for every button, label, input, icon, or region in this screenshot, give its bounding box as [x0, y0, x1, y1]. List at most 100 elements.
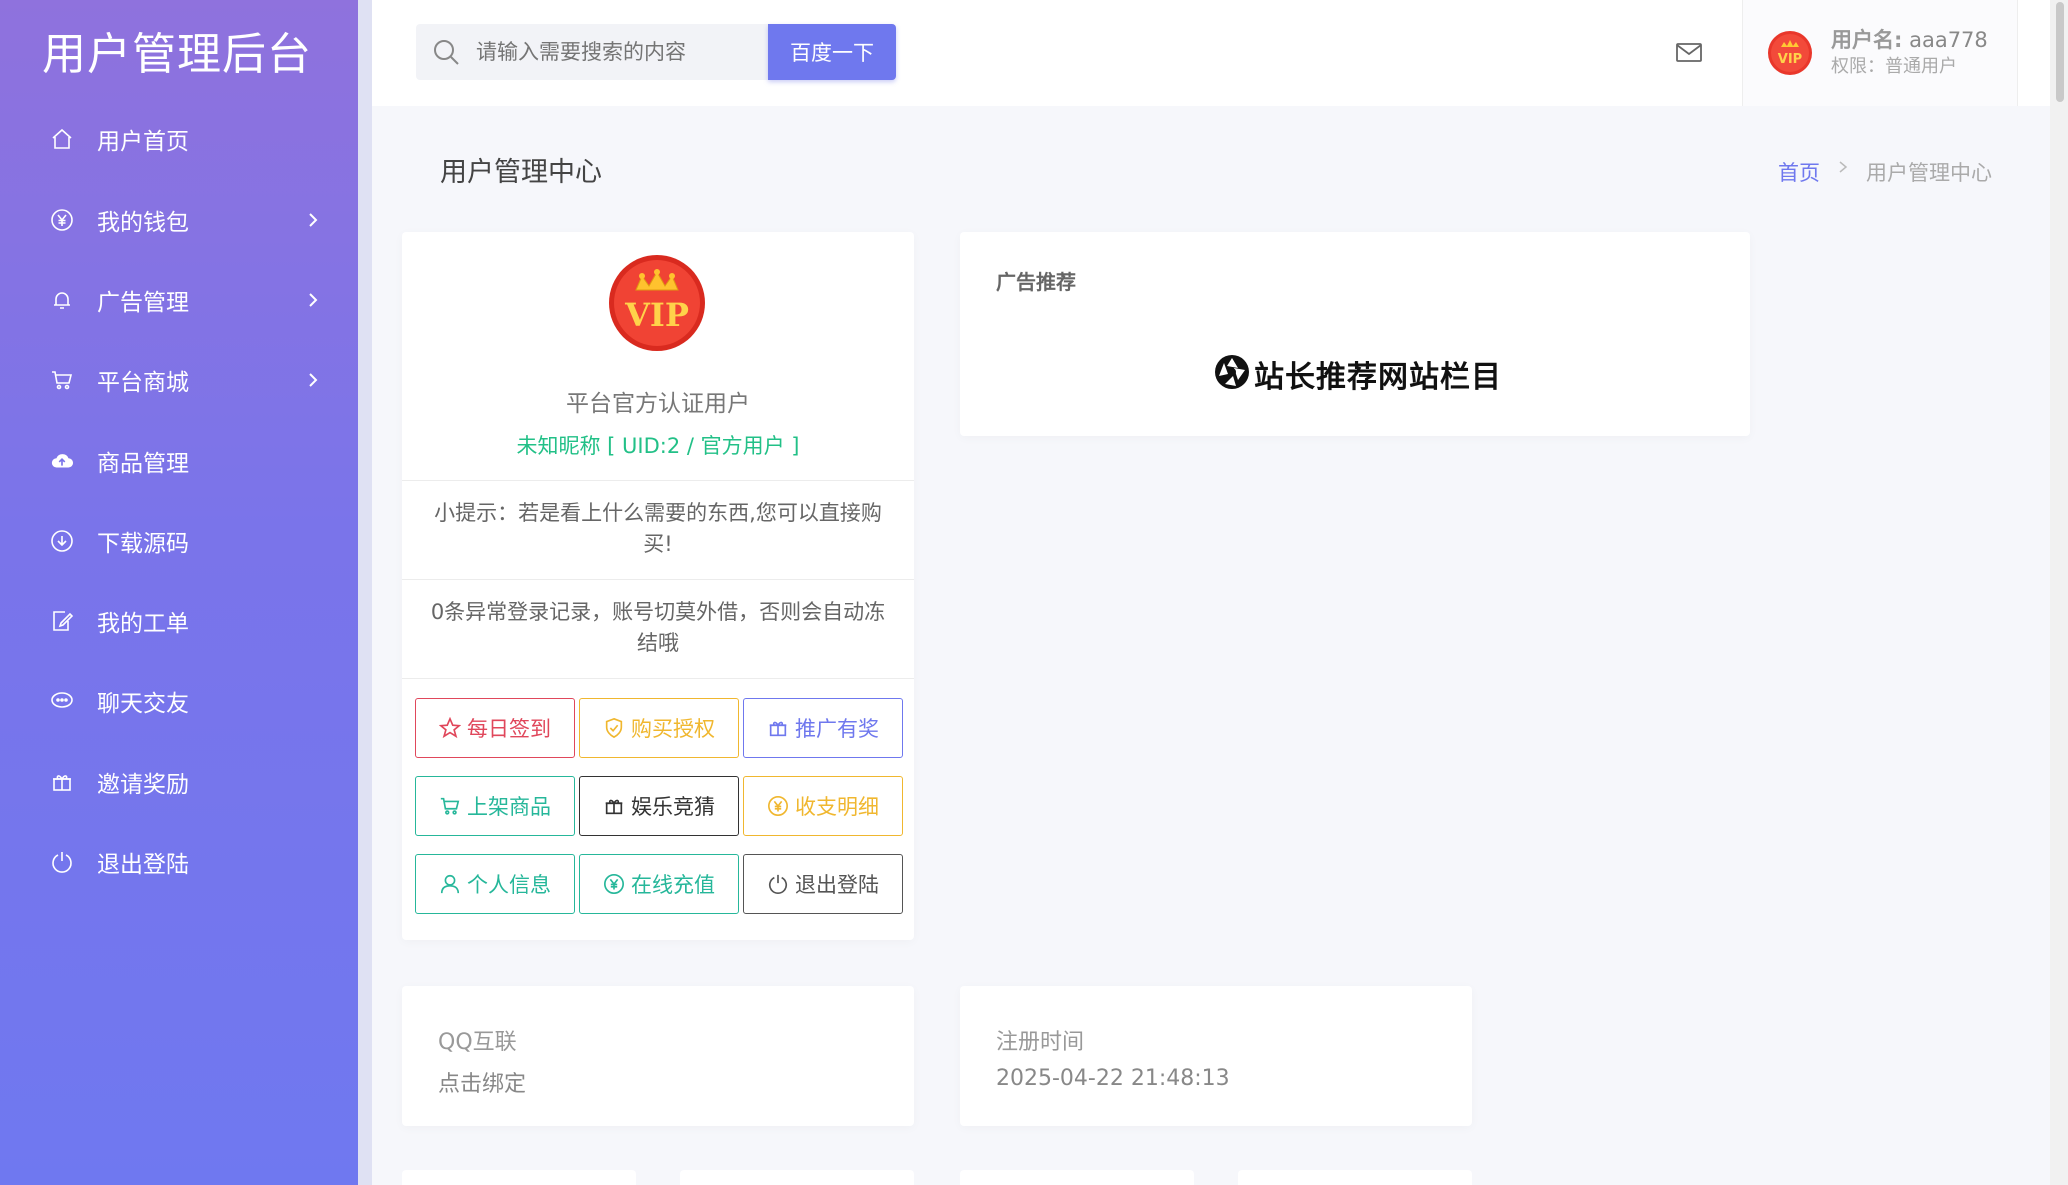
- gift-icon: [769, 721, 787, 737]
- sidebar-item-label: 下载源码: [97, 531, 189, 557]
- yen-circle-icon: [768, 796, 788, 816]
- sidebar: 用户管理后台 用户首页 我的钱包 广告管理 平台商城 商品管理 下载源码 我的工…: [0, 0, 358, 1185]
- ticket-edit-icon: [50, 609, 74, 633]
- divider: [402, 579, 914, 580]
- breadcrumb-separator-icon: [1838, 157, 1848, 187]
- cart-icon: [50, 368, 74, 392]
- chevron-right-icon: [306, 288, 320, 312]
- divider: [402, 678, 914, 679]
- sidebar-item-chat[interactable]: 聊天交友: [0, 671, 358, 731]
- button-label: 推广有奖: [795, 717, 879, 741]
- button-label: 在线充值: [631, 873, 715, 897]
- sidebar-item-logout[interactable]: 退出登陆: [0, 832, 358, 892]
- income-expense-button[interactable]: 收支明细: [743, 776, 903, 836]
- online-recharge-button[interactable]: 在线充值: [579, 854, 739, 914]
- user-permission: 权限：普通用户: [1831, 56, 1957, 77]
- search-button[interactable]: 百度一下: [768, 24, 896, 80]
- shield-check-icon: [605, 717, 623, 739]
- page-title: 用户管理中心: [440, 157, 602, 188]
- sidebar-item-invite[interactable]: 邀请奖励: [0, 752, 358, 812]
- camera-shutter-icon: [1214, 354, 1250, 394]
- daily-signin-button[interactable]: 每日签到: [415, 698, 575, 758]
- top-header: 百度一下 VIP 用户名: aaa778 权限：普通用户: [372, 0, 2068, 106]
- home-icon: [50, 127, 74, 151]
- search-input[interactable]: [476, 24, 756, 80]
- username: 用户名: aaa778: [1831, 24, 1988, 54]
- qq-connect-card[interactable]: QQ互联 点击绑定: [402, 986, 914, 1126]
- qq-connect-bind-link[interactable]: 点击绑定: [438, 1066, 526, 1098]
- list-product-button[interactable]: 上架商品: [415, 776, 575, 836]
- sidebar-item-ads[interactable]: 广告管理: [0, 270, 358, 330]
- sidebar-item-label: 商品管理: [97, 451, 189, 477]
- search-box: [416, 24, 768, 80]
- cloud-upload-icon: [50, 449, 74, 473]
- svg-text:VIP: VIP: [1778, 52, 1802, 67]
- divider: [402, 480, 914, 481]
- register-time-card: 注册时间 2025-04-22 21:48:13: [960, 986, 1472, 1126]
- sidebar-item-tickets[interactable]: 我的工单: [0, 591, 358, 651]
- sidebar-item-label: 聊天交友: [97, 691, 189, 717]
- button-label: 购买授权: [631, 717, 715, 741]
- register-time-label: 注册时间: [996, 1030, 1085, 1055]
- sidebar-item-label: 我的钱包: [97, 210, 189, 236]
- qq-connect-label: QQ互联: [438, 1030, 517, 1055]
- ad-card: 广告推荐 站长推荐网站栏目: [960, 232, 1750, 436]
- buy-license-button[interactable]: 购买授权: [579, 698, 739, 758]
- vip-logo-icon: VIP: [606, 252, 708, 354]
- chevron-right-icon: [306, 208, 320, 232]
- sidebar-item-mall[interactable]: 平台商城: [0, 350, 358, 410]
- mail-icon[interactable]: [1674, 38, 1704, 66]
- sidebar-item-wallet[interactable]: 我的钱包: [0, 190, 358, 250]
- gift-icon: [605, 799, 623, 815]
- scrollbar[interactable]: [2050, 0, 2068, 1185]
- sidebar-item-label: 平台商城: [97, 370, 189, 396]
- stat-card: [1238, 1170, 1472, 1185]
- button-label: 娱乐竞猜: [631, 795, 715, 819]
- ad-banner[interactable]: 站长推荐网站栏目: [1214, 352, 1502, 396]
- yen-circle-icon: [604, 874, 624, 894]
- referral-reward-button[interactable]: 推广有奖: [743, 698, 903, 758]
- bell-icon: [50, 288, 74, 312]
- breadcrumb-home[interactable]: 首页: [1778, 157, 1820, 187]
- sidebar-item-download[interactable]: 下载源码: [0, 511, 358, 571]
- sidebar-item-label: 邀请奖励: [97, 772, 189, 798]
- sidebar-item-label: 我的工单: [97, 611, 189, 637]
- profile-card: VIP 平台官方认证用户 未知昵称 [ UID:2 / 官方用户 ] 小提示：若…: [402, 232, 914, 940]
- ad-title: 广告推荐: [996, 270, 1076, 294]
- power-icon: [768, 874, 788, 894]
- chevron-right-icon: [306, 368, 320, 392]
- tip-purchase: 小提示：若是看上什么需要的东西,您可以直接购买!: [434, 501, 882, 556]
- profile-info-button[interactable]: 个人信息: [415, 854, 575, 914]
- svg-text:VIP: VIP: [624, 296, 689, 334]
- username-label: 用户名:: [1831, 28, 1903, 52]
- breadcrumb-current: 用户管理中心: [1866, 161, 1992, 185]
- scrollbar-thumb[interactable]: [2056, 2, 2064, 102]
- chat-icon: [50, 689, 74, 713]
- button-label: 退出登陆: [795, 873, 879, 897]
- register-time-value: 2025-04-22 21:48:13: [996, 1066, 1230, 1091]
- logout-button[interactable]: 退出登陆: [743, 854, 903, 914]
- yen-circle-icon: [50, 208, 74, 232]
- stat-card: [402, 1170, 636, 1185]
- vip-avatar-icon: VIP: [1767, 30, 1813, 76]
- star-icon: [439, 717, 461, 739]
- sidebar-item-home[interactable]: 用户首页: [0, 109, 358, 169]
- sidebar-divider: [358, 0, 372, 1185]
- sidebar-item-label: 用户首页: [97, 129, 189, 155]
- tip-login-records: 0条异常登录记录，账号切莫外借，否则会自动冻结哦: [430, 600, 886, 655]
- stat-card: [680, 1170, 914, 1185]
- breadcrumb: 首页 用户管理中心: [1778, 157, 1992, 187]
- sidebar-item-label: 广告管理: [97, 290, 189, 316]
- button-label: 个人信息: [467, 873, 551, 897]
- profile-title: 平台官方认证用户: [566, 391, 750, 417]
- sidebar-item-label: 退出登陆: [97, 852, 189, 878]
- button-label: 每日签到: [467, 717, 551, 741]
- user-menu[interactable]: VIP 用户名: aaa778 权限：普通用户: [1742, 0, 2018, 106]
- button-label: 收支明细: [795, 795, 879, 819]
- username-value: aaa778: [1909, 28, 1988, 52]
- power-icon: [50, 850, 74, 874]
- brand-title: 用户管理后台: [42, 29, 312, 80]
- entertainment-guess-button[interactable]: 娱乐竞猜: [579, 776, 739, 836]
- sidebar-item-products[interactable]: 商品管理: [0, 431, 358, 491]
- gift-icon: [50, 770, 74, 794]
